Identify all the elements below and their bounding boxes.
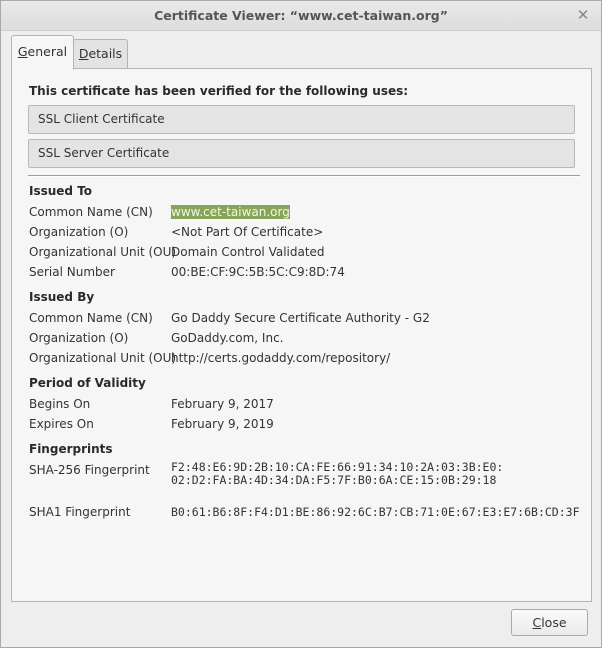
use-ssl-server: SSL Server Certificate (28, 139, 575, 168)
serial-number-label: Serial Number (29, 265, 115, 279)
sha1-label: SHA1 Fingerprint (29, 505, 131, 519)
issued-by-cn-label: Common Name (CN) (29, 311, 153, 325)
use-ssl-client: SSL Client Certificate (28, 105, 575, 134)
selected-text[interactable]: www.cet-taiwan.org (171, 205, 290, 219)
expires-on-label: Expires On (29, 417, 94, 431)
issued-by-ou-label: Organizational Unit (OU) (29, 351, 177, 365)
issued-to-o-label: Organization (O) (29, 225, 129, 239)
tab-details[interactable]: Details (73, 39, 128, 69)
validity-heading: Period of Validity (29, 376, 146, 390)
begins-on-value[interactable]: February 9, 2017 (171, 397, 274, 411)
expires-on-value[interactable]: February 9, 2019 (171, 417, 274, 431)
serial-number-value[interactable]: 00:BE:CF:9C:5B:5C:C9:8D:74 (171, 265, 345, 279)
begins-on-label: Begins On (29, 397, 91, 411)
title-bar: Certificate Viewer: “www.cet-taiwan.org”… (1, 1, 601, 31)
fingerprints-heading: Fingerprints (29, 442, 113, 456)
issued-to-cn-label: Common Name (CN) (29, 205, 153, 219)
issued-by-o-label: Organization (O) (29, 331, 129, 345)
issued-by-o-value[interactable]: GoDaddy.com, Inc. (171, 331, 284, 345)
sha256-line-2: 02:D2:FA:BA:4D:34:DA:F5:7F:B0:6A:CE:15:0… (171, 473, 497, 487)
issued-to-heading: Issued To (29, 184, 93, 198)
close-button[interactable]: Close (511, 609, 588, 636)
sha256-label: SHA-256 Fingerprint (29, 463, 150, 477)
tab-details-label-mnemonic: D (78, 46, 89, 61)
certificate-viewer-window: Certificate Viewer: “www.cet-taiwan.org”… (0, 0, 602, 648)
sha1-value[interactable]: B0:61:B6:8F:F4:D1:BE:86:92:6C:B7:CB:71:0… (171, 506, 580, 519)
close-button-label: Close (532, 615, 567, 630)
general-panel: This certificate has been verified for t… (11, 68, 592, 602)
issued-by-heading: Issued By (29, 290, 95, 304)
verified-uses-heading: This certificate has been verified for t… (29, 84, 409, 98)
issued-to-cn-value[interactable]: www.cet-taiwan.org (171, 205, 290, 219)
tab-general-label-mnemonic: G (17, 44, 28, 59)
issued-by-cn-value[interactable]: Go Daddy Secure Certificate Authority - … (171, 311, 430, 325)
separator (28, 175, 580, 177)
issued-to-ou-label: Organizational Unit (OU) (29, 245, 177, 259)
close-button-label-mnemonic: C (532, 615, 542, 630)
issued-by-ou-value[interactable]: http://certs.godaddy.com/repository/ (171, 351, 390, 365)
close-icon[interactable]: ✕ (575, 6, 591, 24)
tab-general-label: General (17, 44, 68, 59)
issued-to-ou-value[interactable]: Domain Control Validated (171, 245, 325, 259)
window-title: Certificate Viewer: “www.cet-taiwan.org” (154, 8, 448, 23)
tab-details-label: Details (78, 46, 123, 61)
sha256-value[interactable]: F2:48:E6:9D:2B:10:CA:FE:66:91:34:10:2A:0… (171, 461, 503, 487)
issued-to-o-value[interactable]: <Not Part Of Certificate> (171, 225, 323, 239)
tab-general[interactable]: General (11, 35, 74, 70)
